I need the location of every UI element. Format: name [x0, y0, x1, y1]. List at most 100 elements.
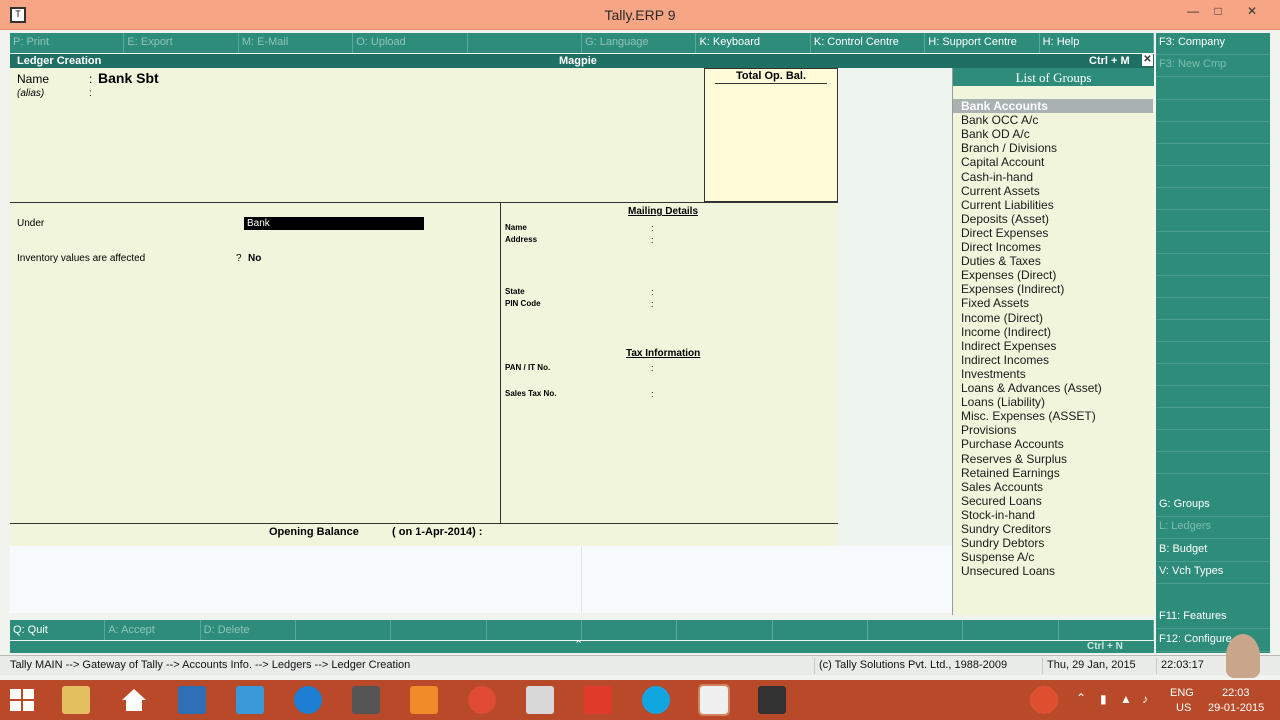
bottom-button-8[interactable]: [773, 620, 868, 640]
right-button-4[interactable]: B: Budget: [1156, 540, 1270, 562]
tally-taskbar-icon[interactable]: [698, 684, 730, 716]
bottom-button-1[interactable]: A: Accept: [105, 620, 201, 640]
group-list-item[interactable]: Bank OD A/c: [953, 127, 1153, 141]
assistant-avatar[interactable]: [1226, 634, 1260, 678]
group-list-item[interactable]: Purchase Accounts: [953, 437, 1153, 451]
group-list-item[interactable]: Sundry Creditors: [953, 522, 1153, 536]
group-list-item[interactable]: Stock-in-hand: [953, 508, 1153, 522]
minimize-icon[interactable]: —: [1179, 4, 1207, 18]
group-list-item[interactable]: Indirect Incomes: [953, 353, 1153, 367]
group-list-item[interactable]: Reserves & Surplus: [953, 452, 1153, 466]
group-list-item[interactable]: Current Assets: [953, 184, 1153, 198]
group-list-item[interactable]: Duties & Taxes: [953, 254, 1153, 268]
top-button-0[interactable]: P: Print: [10, 33, 125, 53]
group-list-item[interactable]: Loans (Liability): [953, 395, 1153, 409]
top-button-8[interactable]: H: Support Centre: [925, 33, 1040, 53]
file-explorer-icon[interactable]: [62, 686, 90, 714]
group-list-item[interactable]: Direct Expenses: [953, 226, 1153, 240]
screen-recorder-icon[interactable]: [758, 686, 786, 714]
keyboard-language[interactable]: ENG: [1170, 687, 1194, 699]
group-list-item[interactable]: Deposits (Asset): [953, 212, 1153, 226]
group-list-item[interactable]: Loans & Advances (Asset): [953, 381, 1153, 395]
bottom-button-4[interactable]: [391, 620, 487, 640]
tray-app-icon[interactable]: [1030, 686, 1058, 714]
under-field[interactable]: Bank: [244, 217, 424, 230]
group-list-item[interactable]: Capital Account: [953, 155, 1153, 169]
group-list-item[interactable]: Income (Indirect): [953, 325, 1153, 339]
inventory-field[interactable]: No: [248, 253, 261, 264]
bottom-button-5[interactable]: [487, 620, 582, 640]
bottom-button-11[interactable]: [1059, 620, 1154, 640]
ctrl-n-shortcut[interactable]: Ctrl + N: [1087, 641, 1123, 652]
volume-icon[interactable]: ♪: [1142, 692, 1148, 706]
group-list-item[interactable]: Secured Loans: [953, 494, 1153, 508]
top-button-9[interactable]: H: Help: [1040, 33, 1155, 53]
group-list-item[interactable]: Cash-in-hand: [953, 170, 1153, 184]
group-list-item[interactable]: Expenses (Indirect): [953, 282, 1153, 296]
home-icon[interactable]: [120, 686, 148, 714]
right-button-6[interactable]: F11: Features: [1156, 607, 1270, 629]
right-button-2[interactable]: G: Groups: [1156, 495, 1270, 517]
group-list-item[interactable]: Indirect Expenses: [953, 339, 1153, 353]
group-list-item[interactable]: Sundry Debtors: [953, 536, 1153, 550]
name-field[interactable]: Bank Sbt: [98, 70, 159, 86]
group-list-item[interactable]: Suspense A/c: [953, 550, 1153, 564]
right-button-3[interactable]: L: Ledgers: [1156, 517, 1270, 539]
top-button-2[interactable]: M: E-Mail: [239, 33, 354, 53]
group-list-item[interactable]: Sales Accounts: [953, 480, 1153, 494]
group-list-item[interactable]: Provisions: [953, 423, 1153, 437]
top-button-1[interactable]: E: Export: [124, 33, 239, 53]
bottom-button-0[interactable]: Q: Quit: [10, 620, 106, 640]
bottom-button-10[interactable]: [963, 620, 1059, 640]
group-list-item[interactable]: Expenses (Direct): [953, 268, 1153, 282]
screen-close-icon[interactable]: ✕: [1142, 54, 1153, 66]
top-button-7[interactable]: K: Control Centre: [811, 33, 926, 53]
group-list-item[interactable]: Bank Accounts: [953, 99, 1153, 113]
microphone-icon[interactable]: [584, 686, 612, 714]
group-list-item[interactable]: Unsecured Loans: [953, 564, 1153, 578]
group-list-item[interactable]: Investments: [953, 367, 1153, 381]
skype-icon[interactable]: [642, 686, 670, 714]
media-player-icon[interactable]: [410, 686, 438, 714]
close-icon[interactable]: ✕: [1238, 4, 1266, 18]
calculator-icon[interactable]: [526, 686, 554, 714]
status-bar: Tally MAIN --> Gateway of Tally --> Acco…: [0, 634, 1280, 678]
taskbar-clock-time[interactable]: 22:03: [1222, 687, 1250, 699]
maximize-icon[interactable]: □: [1204, 4, 1232, 18]
remote-desktop-icon[interactable]: [178, 686, 206, 714]
group-list-item[interactable]: Current Liabilities: [953, 198, 1153, 212]
top-button-5[interactable]: G: Language: [582, 33, 697, 53]
pan-label: PAN / IT No.: [505, 363, 551, 372]
windows-start-icon[interactable]: [10, 689, 34, 711]
group-list-item[interactable]: Direct Incomes: [953, 240, 1153, 254]
group-list-item[interactable]: Branch / Divisions: [953, 141, 1153, 155]
store-icon[interactable]: [236, 686, 264, 714]
bottom-button-9[interactable]: [868, 620, 964, 640]
group-list-item[interactable]: Bank OCC A/c: [953, 113, 1153, 127]
bottom-button-3[interactable]: [296, 620, 392, 640]
top-button-4[interactable]: [468, 33, 583, 53]
expand-up-icon[interactable]: ⌃: [574, 638, 583, 651]
right-button-0[interactable]: F3: Company: [1156, 33, 1270, 55]
tray-expand-icon[interactable]: ⌃: [1076, 691, 1086, 705]
top-button-3[interactable]: O: Upload: [353, 33, 468, 53]
taskbar-clock-date[interactable]: 29-01-2015: [1208, 702, 1264, 714]
internet-explorer-icon[interactable]: [294, 686, 322, 714]
bottom-button-7[interactable]: [677, 620, 773, 640]
group-list-item[interactable]: Income (Direct): [953, 311, 1153, 325]
right-button-1[interactable]: F3: New Cmp: [1156, 55, 1270, 77]
bottom-button-6[interactable]: [582, 620, 678, 640]
chrome-icon[interactable]: [468, 686, 496, 714]
battery-icon[interactable]: ▮: [1100, 692, 1107, 706]
keyboard-region[interactable]: US: [1176, 702, 1191, 714]
alias-label: (alias): [17, 88, 45, 99]
terminal-icon[interactable]: [352, 686, 380, 714]
group-list-item[interactable]: Misc. Expenses (ASSET): [953, 409, 1153, 423]
bottom-button-2[interactable]: D: Delete: [201, 620, 296, 640]
network-icon[interactable]: ▲: [1120, 692, 1132, 706]
top-button-6[interactable]: K: Keyboard: [696, 33, 811, 53]
right-button-5[interactable]: V: Vch Types: [1156, 562, 1270, 584]
group-list-item[interactable]: Fixed Assets: [953, 296, 1153, 310]
mailing-name-label: Name: [505, 223, 527, 232]
group-list-item[interactable]: Retained Earnings: [953, 466, 1153, 480]
